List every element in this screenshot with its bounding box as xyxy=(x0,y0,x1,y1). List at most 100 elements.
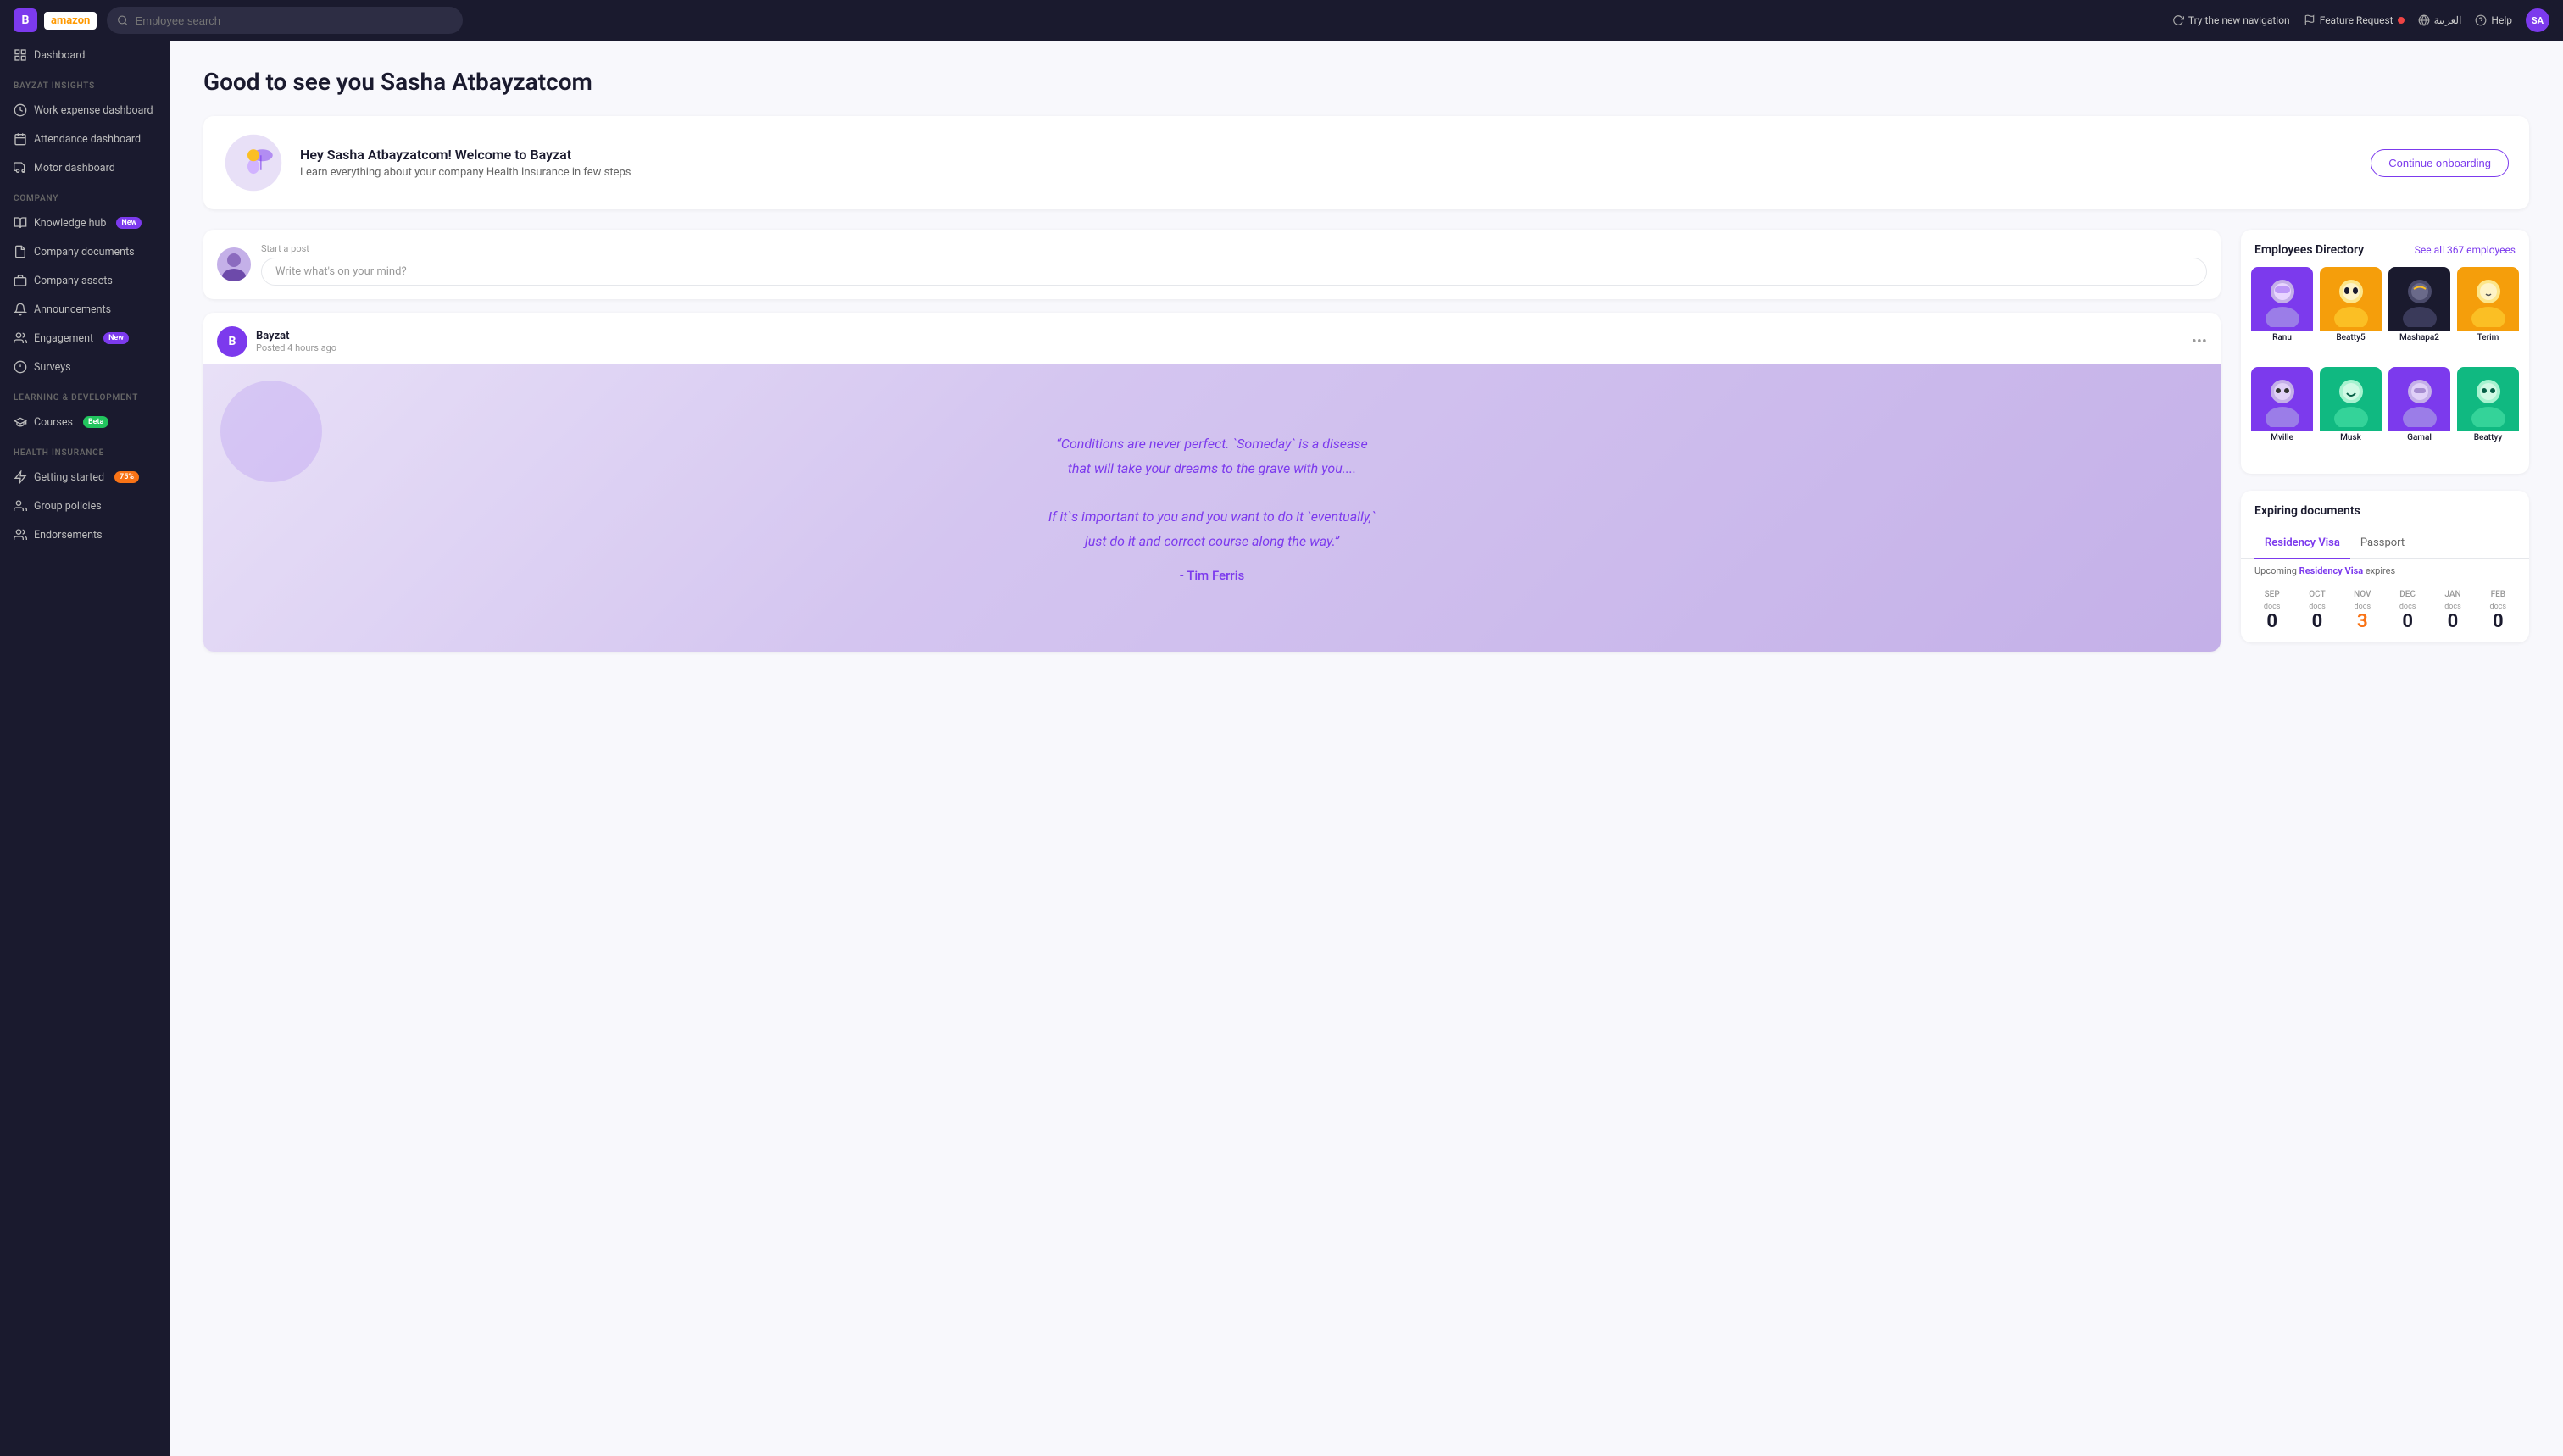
sidebar: Dashboard BAYZAT INSIGHTS Work expense d… xyxy=(0,41,170,1456)
sidebar-item-motor[interactable]: Motor dashboard xyxy=(0,153,170,182)
employees-directory-card: Employees Directory See all 367 employee… xyxy=(2241,230,2529,474)
sidebar-item-company-assets[interactable]: Company assets xyxy=(0,266,170,295)
expense-icon xyxy=(14,103,27,117)
sidebar-item-engagement[interactable]: Engagement New xyxy=(0,324,170,353)
right-column: Employees Directory See all 367 employee… xyxy=(2241,230,2529,659)
documents-icon xyxy=(14,245,27,258)
main-content: Good to see you Sasha Atbayzatcom Hey Sa… xyxy=(170,41,2563,1456)
employee-card-mville[interactable]: Mville xyxy=(2251,367,2313,460)
post-time: Posted 4 hours ago xyxy=(256,342,2183,353)
month-feb: FEB docs 0 xyxy=(2477,590,2519,632)
help-action[interactable]: Help xyxy=(2475,14,2512,26)
page-title: Good to see you Sasha Atbayzatcom xyxy=(203,68,2529,96)
employee-card-ranu[interactable]: Ranu xyxy=(2251,267,2313,360)
search-input[interactable] xyxy=(136,14,453,27)
sidebar-item-company-documents[interactable]: Company documents xyxy=(0,237,170,266)
feed-column: Start a post Write what's on your mind? … xyxy=(203,230,2221,659)
sidebar-item-surveys[interactable]: Surveys xyxy=(0,353,170,381)
welcome-subtext: Learn everything about your company Heal… xyxy=(300,166,2371,179)
app-body: Dashboard BAYZAT INSIGHTS Work expense d… xyxy=(0,41,2563,1456)
post-header: B Bayzat Posted 4 hours ago ••• xyxy=(203,313,2221,364)
sidebar-item-endorsements[interactable]: Endorsements xyxy=(0,520,170,549)
flag-icon xyxy=(2304,14,2316,26)
post-image: “Conditions are never perfect. `Someday`… xyxy=(203,364,2221,652)
employee-card-terim[interactable]: Terim xyxy=(2457,267,2519,360)
employee-card-beatty5[interactable]: Beatty5 xyxy=(2320,267,2382,360)
welcome-text: Hey Sasha Atbayzatcom! Welcome to Bayzat… xyxy=(300,147,2371,179)
employee-name-gamal: Gamal xyxy=(2388,431,2450,446)
topbar: B amazon Try the new navigation Feature … xyxy=(0,0,2563,41)
refresh-icon xyxy=(2172,14,2184,26)
welcome-banner: Hey Sasha Atbayzatcom! Welcome to Bayzat… xyxy=(203,116,2529,209)
getting-started-icon xyxy=(14,470,27,484)
topbar-actions: Try the new navigation Feature Request ا… xyxy=(2172,8,2549,32)
docs-months: SEP docs 0 OCT docs 0 NOV do xyxy=(2241,580,2529,642)
section-label-learning: LEARNING & DEVELOPMENT xyxy=(0,381,170,408)
employee-name-beattyy: Beattyy xyxy=(2457,431,2519,446)
employee-grid: Ranu Beatty5 xyxy=(2241,267,2529,474)
expiring-docs-header: Expiring documents xyxy=(2241,491,2529,528)
welcome-heading: Hey Sasha Atbayzatcom! Welcome to Bayzat xyxy=(300,147,2371,163)
knowledge-hub-badge: New xyxy=(116,217,142,229)
engagement-badge: New xyxy=(103,332,129,344)
jan-count: 0 xyxy=(2432,611,2473,632)
surveys-icon xyxy=(14,360,27,374)
sep-count: 0 xyxy=(2251,611,2293,632)
start-post-label: Start a post xyxy=(261,243,2207,254)
post-more-button[interactable]: ••• xyxy=(2192,333,2207,351)
search-icon xyxy=(117,14,128,26)
employees-card-title: Employees Directory xyxy=(2254,243,2364,257)
tab-passport[interactable]: Passport xyxy=(2350,528,2415,559)
search-bar[interactable] xyxy=(107,7,463,34)
month-dec: DEC docs 0 xyxy=(2387,590,2428,632)
sidebar-item-group-policies[interactable]: Group policies xyxy=(0,492,170,520)
post-quote: “Conditions are never perfect. `Someday`… xyxy=(1048,432,1376,554)
endorsements-icon xyxy=(14,528,27,542)
month-sep: SEP docs 0 xyxy=(2251,590,2293,632)
help-icon xyxy=(2475,14,2487,26)
continue-onboarding-button[interactable]: Continue onboarding xyxy=(2371,149,2509,177)
sidebar-item-attendance[interactable]: Attendance dashboard xyxy=(0,125,170,153)
post-decoration xyxy=(220,381,322,482)
feature-request-action[interactable]: Feature Request xyxy=(2304,14,2405,26)
two-col-layout: Start a post Write what's on your mind? … xyxy=(203,230,2529,659)
language-action[interactable]: العربية xyxy=(2418,14,2462,26)
month-oct: OCT docs 0 xyxy=(2296,590,2338,632)
sidebar-item-work-expense[interactable]: Work expense dashboard xyxy=(0,96,170,125)
bayzat-logo: B xyxy=(14,8,37,32)
logo-area: B amazon xyxy=(14,8,97,32)
employee-name-ranu: Ranu xyxy=(2251,331,2313,346)
employees-card-header: Employees Directory See all 367 employee… xyxy=(2241,230,2529,267)
employee-card-musk[interactable]: Musk xyxy=(2320,367,2382,460)
see-all-employees-link[interactable]: See all 367 employees xyxy=(2415,244,2516,256)
user-avatar[interactable]: SA xyxy=(2526,8,2549,32)
getting-started-badge: 75% xyxy=(114,471,139,483)
nov-count: 3 xyxy=(2342,611,2383,632)
try-nav-action[interactable]: Try the new navigation xyxy=(2172,14,2290,26)
expiring-documents-card: Expiring documents Residency Visa Passpo… xyxy=(2241,491,2529,642)
attendance-icon xyxy=(14,132,27,146)
tab-residency-visa[interactable]: Residency Visa xyxy=(2254,528,2350,559)
section-label-company: COMPANY xyxy=(0,182,170,208)
composer-input[interactable]: Write what's on your mind? xyxy=(261,258,2207,286)
group-policies-icon xyxy=(14,499,27,513)
motor-icon xyxy=(14,161,27,175)
month-nov: NOV docs 3 xyxy=(2342,590,2383,632)
courses-badge: Beta xyxy=(83,416,108,428)
sidebar-item-knowledge-hub[interactable]: Knowledge hub New xyxy=(0,208,170,237)
sidebar-item-dashboard[interactable]: Dashboard xyxy=(0,41,170,69)
post-author-avatar: B xyxy=(217,326,247,357)
composer-avatar xyxy=(217,247,251,281)
employee-name-beatty5: Beatty5 xyxy=(2320,331,2382,346)
courses-icon xyxy=(14,415,27,429)
knowledge-icon xyxy=(14,216,27,230)
employee-card-beattyy[interactable]: Beattyy xyxy=(2457,367,2519,460)
employee-card-gamal[interactable]: Gamal xyxy=(2388,367,2450,460)
sidebar-item-getting-started[interactable]: Getting started 75% xyxy=(0,463,170,492)
employee-card-mashapa2[interactable]: Mashapa2 xyxy=(2388,267,2450,360)
expiring-docs-title: Expiring documents xyxy=(2254,504,2360,518)
sidebar-item-announcements[interactable]: Announcements xyxy=(0,295,170,324)
sidebar-item-courses[interactable]: Courses Beta xyxy=(0,408,170,436)
notification-dot xyxy=(2398,17,2405,24)
employee-name-terim: Terim xyxy=(2457,331,2519,346)
